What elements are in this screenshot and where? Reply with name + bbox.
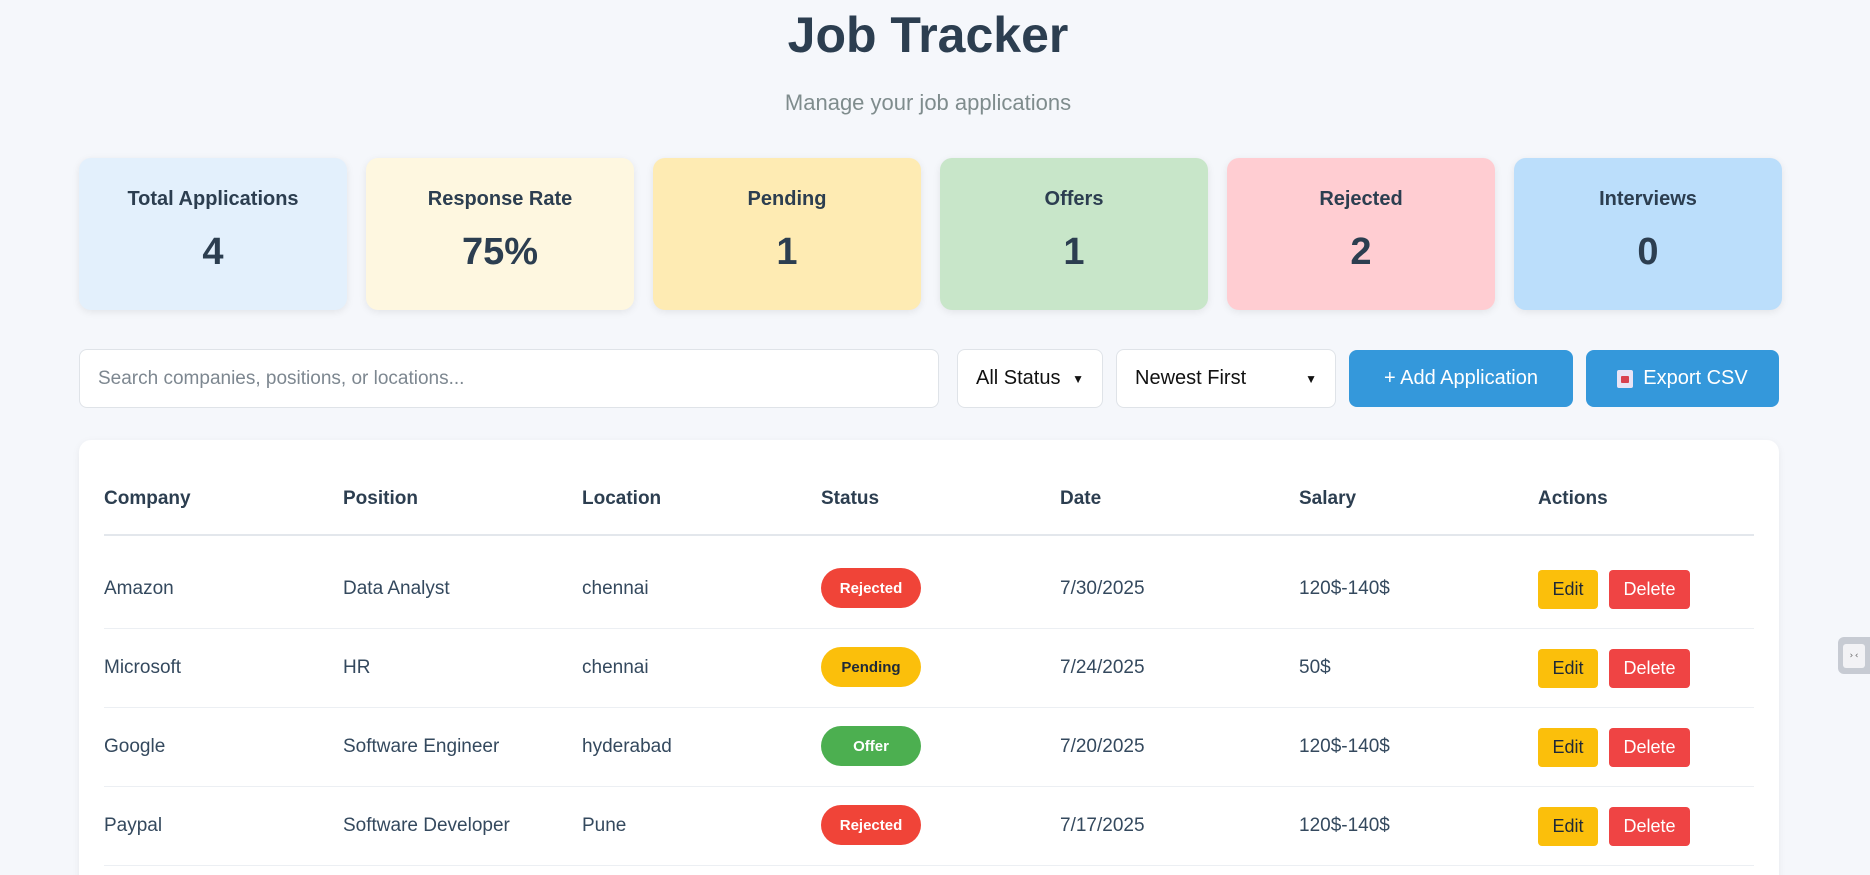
cell-date: 7/20/2025 <box>1060 736 1145 757</box>
edit-button[interactable]: Edit <box>1538 728 1598 767</box>
cell-company: Paypal <box>104 815 163 836</box>
cell-salary: 120$-140$ <box>1299 578 1390 599</box>
inbox-tray-icon <box>1617 369 1634 388</box>
collapse-panel-icon: ›‹ <box>1843 643 1865 668</box>
sort-value: Newest First <box>1135 367 1247 389</box>
export-csv-button[interactable]: Export CSV <box>1586 350 1779 407</box>
stat-card-pending: Pending 1 <box>653 158 921 310</box>
stat-card-interviews: Interviews 0 <box>1514 158 1782 310</box>
column-header-salary: Salary <box>1299 488 1357 509</box>
stat-value: 0 <box>1637 231 1659 273</box>
edit-button[interactable]: Edit <box>1538 570 1598 609</box>
cell-salary: 120$-140$ <box>1299 815 1390 836</box>
page-title: Job Tracker <box>787 7 1069 63</box>
status-filter-select[interactable]: All Status ▼ <box>957 349 1103 408</box>
stat-value: 75% <box>461 231 539 273</box>
status-filter-value: All Status <box>976 367 1061 389</box>
stat-label: Offers <box>1044 188 1104 210</box>
column-header-position: Position <box>343 488 418 509</box>
add-application-label: + Add Application <box>1383 367 1538 389</box>
stat-label: Interviews <box>1599 188 1697 210</box>
cell-position: HR <box>343 657 371 678</box>
table-row: Paypal Software Developer Pune Rejected … <box>104 787 1754 866</box>
stat-label: Total Applications <box>127 188 299 210</box>
cell-position: Data Analyst <box>343 578 450 599</box>
stat-card-offers: Offers 1 <box>940 158 1208 310</box>
stat-label: Response Rate <box>427 188 573 210</box>
cell-company: Microsoft <box>104 657 182 678</box>
cell-position: Software Engineer <box>343 736 500 757</box>
cell-salary: 50$ <box>1299 657 1331 678</box>
edit-button[interactable]: Edit <box>1538 807 1598 846</box>
stat-label: Pending <box>747 188 827 210</box>
stat-card-total-applications: Total Applications 4 <box>79 158 347 310</box>
stat-value: 1 <box>776 231 798 273</box>
delete-button[interactable]: Delete <box>1609 570 1690 609</box>
stat-value: 4 <box>202 231 224 273</box>
delete-button[interactable]: Delete <box>1609 649 1690 688</box>
page-subtitle: Manage your job applications <box>784 90 1072 115</box>
table-row: Google Software Engineer hyderabad Offer… <box>104 708 1754 787</box>
edit-button[interactable]: Edit <box>1538 649 1598 688</box>
chevron-down-icon: ▼ <box>1305 371 1317 386</box>
cell-location: chennai <box>582 578 649 599</box>
cell-salary: 120$-140$ <box>1299 736 1390 757</box>
side-panel-toggle[interactable]: ›‹ <box>1838 637 1870 674</box>
page: Job Tracker Manage your job applications… <box>0 0 1870 875</box>
column-header-location: Location <box>582 488 662 509</box>
stats-row: Total Applications 4 Response Rate 75% P… <box>79 158 1782 310</box>
add-application-button[interactable]: + Add Application <box>1349 350 1573 407</box>
column-header-actions: Actions <box>1538 488 1608 509</box>
stat-card-rejected: Rejected 2 <box>1227 158 1495 310</box>
applications-table: Company Position Location Status Date Sa… <box>79 440 1779 875</box>
table-row: Microsoft HR chennai Pending 7/24/2025 5… <box>104 629 1754 708</box>
status-badge: Rejected <box>821 568 921 608</box>
table-row: Amazon Data Analyst chennai Rejected 7/3… <box>104 550 1754 629</box>
status-badge: Pending <box>821 647 921 687</box>
delete-button[interactable]: Delete <box>1609 728 1690 767</box>
delete-button[interactable]: Delete <box>1609 807 1690 846</box>
stat-card-response-rate: Response Rate 75% <box>366 158 634 310</box>
table-header: Company Position Location Status Date Sa… <box>104 488 1754 536</box>
cell-location: chennai <box>582 657 649 678</box>
chevron-down-icon: ▼ <box>1072 371 1084 386</box>
column-header-status: Status <box>821 488 880 509</box>
column-header-company: Company <box>104 488 191 509</box>
cell-company: Google <box>104 736 166 757</box>
sort-select[interactable]: Newest First ▼ <box>1116 349 1336 408</box>
cell-date: 7/30/2025 <box>1060 578 1145 599</box>
column-header-date: Date <box>1060 488 1102 509</box>
cell-location: hyderabad <box>582 736 672 757</box>
stat-value: 1 <box>1063 231 1085 273</box>
stat-label: Rejected <box>1319 188 1403 210</box>
cell-date: 7/24/2025 <box>1060 657 1145 678</box>
cell-position: Software Developer <box>343 815 510 836</box>
status-badge: Offer <box>821 726 921 766</box>
cell-company: Amazon <box>104 578 174 599</box>
status-badge: Rejected <box>821 805 921 845</box>
cell-date: 7/17/2025 <box>1060 815 1145 836</box>
stat-value: 2 <box>1350 231 1372 273</box>
search-input[interactable] <box>79 349 939 408</box>
export-csv-label: Export CSV <box>1643 367 1748 389</box>
cell-location: Pune <box>582 815 627 836</box>
